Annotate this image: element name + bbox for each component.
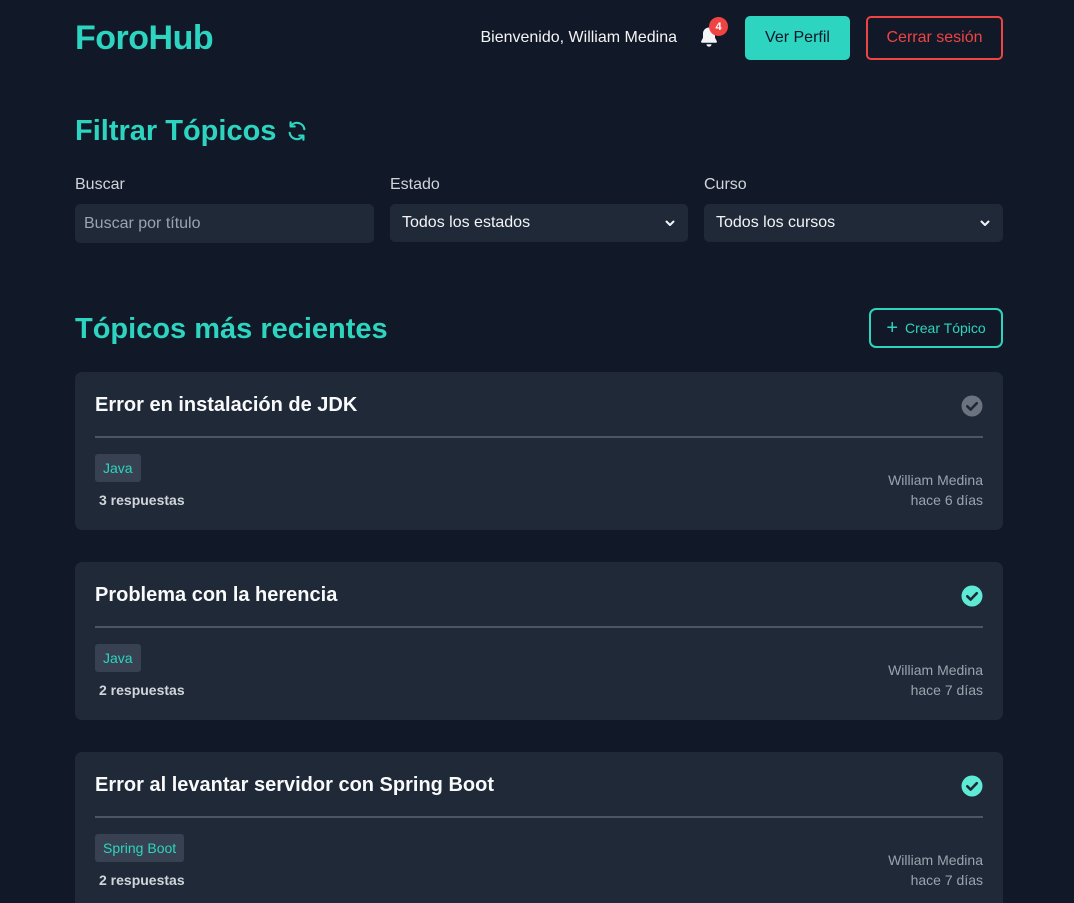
- course-filter: Curso Todos los cursos: [704, 175, 1003, 242]
- top-header: ForoHub Bienvenido, William Medina 4 Ver…: [75, 16, 1003, 60]
- status-label: Estado: [390, 176, 440, 193]
- status-select[interactable]: Todos los estados: [390, 204, 688, 242]
- course-selected-value: Todos los cursos: [716, 214, 836, 231]
- filter-title-text: Filtrar Tópicos: [75, 114, 277, 147]
- topic-title[interactable]: Error al levantar servidor con Spring Bo…: [95, 774, 494, 797]
- topic-title[interactable]: Error en instalación de JDK: [95, 394, 357, 417]
- chevron-down-icon: [980, 220, 990, 226]
- topic-card[interactable]: Problema con la herencia Java 2 respuest…: [75, 562, 1003, 720]
- status-filter: Estado Todos los estados: [390, 175, 688, 242]
- course-label: Curso: [704, 176, 747, 193]
- check-circle-icon: [961, 395, 983, 417]
- reply-count: 2 respuestas: [99, 682, 185, 698]
- check-circle-icon: [961, 775, 983, 797]
- create-topic-button[interactable]: + Crear Tópico: [869, 308, 1003, 348]
- search-filter: Buscar Buscar por título: [75, 175, 374, 243]
- topic-time: hace 6 días: [910, 492, 983, 508]
- logout-button[interactable]: Cerrar sesión: [866, 16, 1003, 60]
- recent-topics-title: Tópicos más recientes: [75, 313, 388, 345]
- card-divider: [95, 626, 983, 628]
- card-divider: [95, 816, 983, 818]
- topic-time: hace 7 días: [910, 682, 983, 698]
- topic-card[interactable]: Error en instalación de JDK Java 3 respu…: [75, 372, 1003, 530]
- notification-count-badge: 4: [709, 17, 728, 36]
- plus-icon: +: [886, 317, 898, 339]
- chevron-down-icon: [665, 220, 675, 226]
- course-tag: Java: [95, 454, 141, 482]
- topic-card[interactable]: Error al levantar servidor con Spring Bo…: [75, 752, 1003, 903]
- filter-section-title: Filtrar Tópicos: [75, 112, 308, 150]
- reply-count: 2 respuestas: [99, 872, 185, 888]
- course-select[interactable]: Todos los cursos: [704, 204, 1003, 242]
- create-topic-label: Crear Tópico: [905, 320, 986, 336]
- search-input[interactable]: Buscar por título: [75, 204, 374, 243]
- check-circle-icon: [961, 585, 983, 607]
- refresh-icon[interactable]: [286, 120, 308, 142]
- topic-author: William Medina: [888, 472, 983, 488]
- welcome-text: Bienvenido, William Medina: [480, 29, 677, 46]
- topic-author: William Medina: [888, 662, 983, 678]
- card-divider: [95, 436, 983, 438]
- notifications-button[interactable]: 4: [697, 17, 728, 51]
- topic-title[interactable]: Problema con la herencia: [95, 584, 337, 607]
- view-profile-button[interactable]: Ver Perfil: [745, 16, 850, 60]
- topic-author: William Medina: [888, 852, 983, 868]
- header-actions: Bienvenido, William Medina 4 Ver Perfil …: [480, 16, 1003, 60]
- course-tag: Spring Boot: [95, 834, 185, 862]
- topic-time: hace 7 días: [910, 872, 983, 888]
- forohub-page: ForoHub Bienvenido, William Medina 4 Ver…: [0, 0, 1074, 903]
- logo[interactable]: ForoHub: [75, 19, 214, 58]
- status-selected-value: Todos los estados: [402, 214, 531, 231]
- search-placeholder: Buscar por título: [84, 214, 201, 232]
- reply-count: 3 respuestas: [99, 492, 185, 508]
- course-tag: Java: [95, 644, 141, 672]
- search-label: Buscar: [75, 176, 125, 193]
